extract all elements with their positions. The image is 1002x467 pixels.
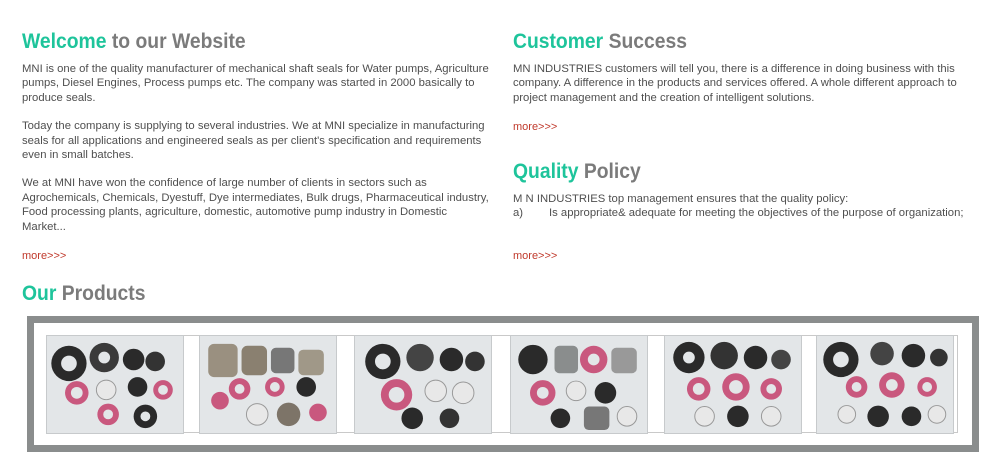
welcome-paragraph-1: MNI is one of the quality manufacturer o…: [22, 63, 489, 104]
seal-product-image-1-graphic: [51, 342, 173, 429]
welcome-paragraph-3: We at MNI have won the confidence of lar…: [22, 177, 489, 233]
customer-paragraph: MN INDUSTRIES customers will tell you, t…: [513, 63, 957, 104]
seal-product-image-2-graphic: [208, 343, 327, 427]
customer-more-link[interactable]: more>>>: [513, 121, 557, 133]
welcome-more-link[interactable]: more>>>: [22, 250, 66, 262]
welcome-title-rest: to our Website: [111, 30, 246, 53]
welcome-paragraph-2: Today the company is supplying to severa…: [22, 120, 485, 162]
seal-product-image-3[interactable]: [354, 335, 492, 434]
products-title-accent: Our: [22, 282, 57, 305]
seal-product-image-6[interactable]: [816, 335, 954, 434]
seal-product-image-2[interactable]: [199, 335, 337, 434]
quality-title: Quality Policy: [513, 160, 945, 184]
seal-product-image-6-graphic: [823, 341, 948, 428]
seal-product-image-3-graphic: [365, 343, 485, 430]
welcome-title: Welcome to our Website: [22, 30, 454, 54]
quality-title-rest: Policy: [583, 160, 641, 183]
quality-item-a: a) Is appropriate& adequate for meeting …: [513, 206, 983, 220]
quality-more-link[interactable]: more>>>: [513, 250, 557, 262]
quality-item-text: Is appropriate& adequate for meeting the…: [549, 207, 964, 220]
products-title-rest: Products: [61, 282, 146, 305]
quality-item-label: a): [513, 207, 524, 220]
quality-section: Quality Policy M N INDUSTRIES top manage…: [513, 160, 983, 221]
products-title: Our Products: [22, 282, 145, 306]
seal-product-image-4[interactable]: [510, 335, 648, 434]
welcome-section: Welcome to our Website MNI is one of the…: [22, 30, 492, 234]
products-section: Our Products: [22, 282, 156, 306]
customer-section: Customer Success MN INDUSTRIES customers…: [513, 30, 983, 105]
seal-product-image-5[interactable]: [664, 335, 802, 434]
seal-product-image-1[interactable]: [46, 335, 184, 434]
welcome-title-accent: Welcome: [22, 30, 107, 53]
customer-title-accent: Customer: [513, 30, 604, 53]
customer-title-rest: Success: [608, 30, 687, 53]
seal-product-image-4-graphic: [518, 344, 638, 431]
quality-intro: M N INDUSTRIES top management ensures th…: [513, 193, 849, 205]
quality-title-accent: Quality: [513, 160, 579, 183]
seal-product-image-5-graphic: [673, 341, 791, 428]
customer-title: Customer Success: [513, 30, 945, 54]
